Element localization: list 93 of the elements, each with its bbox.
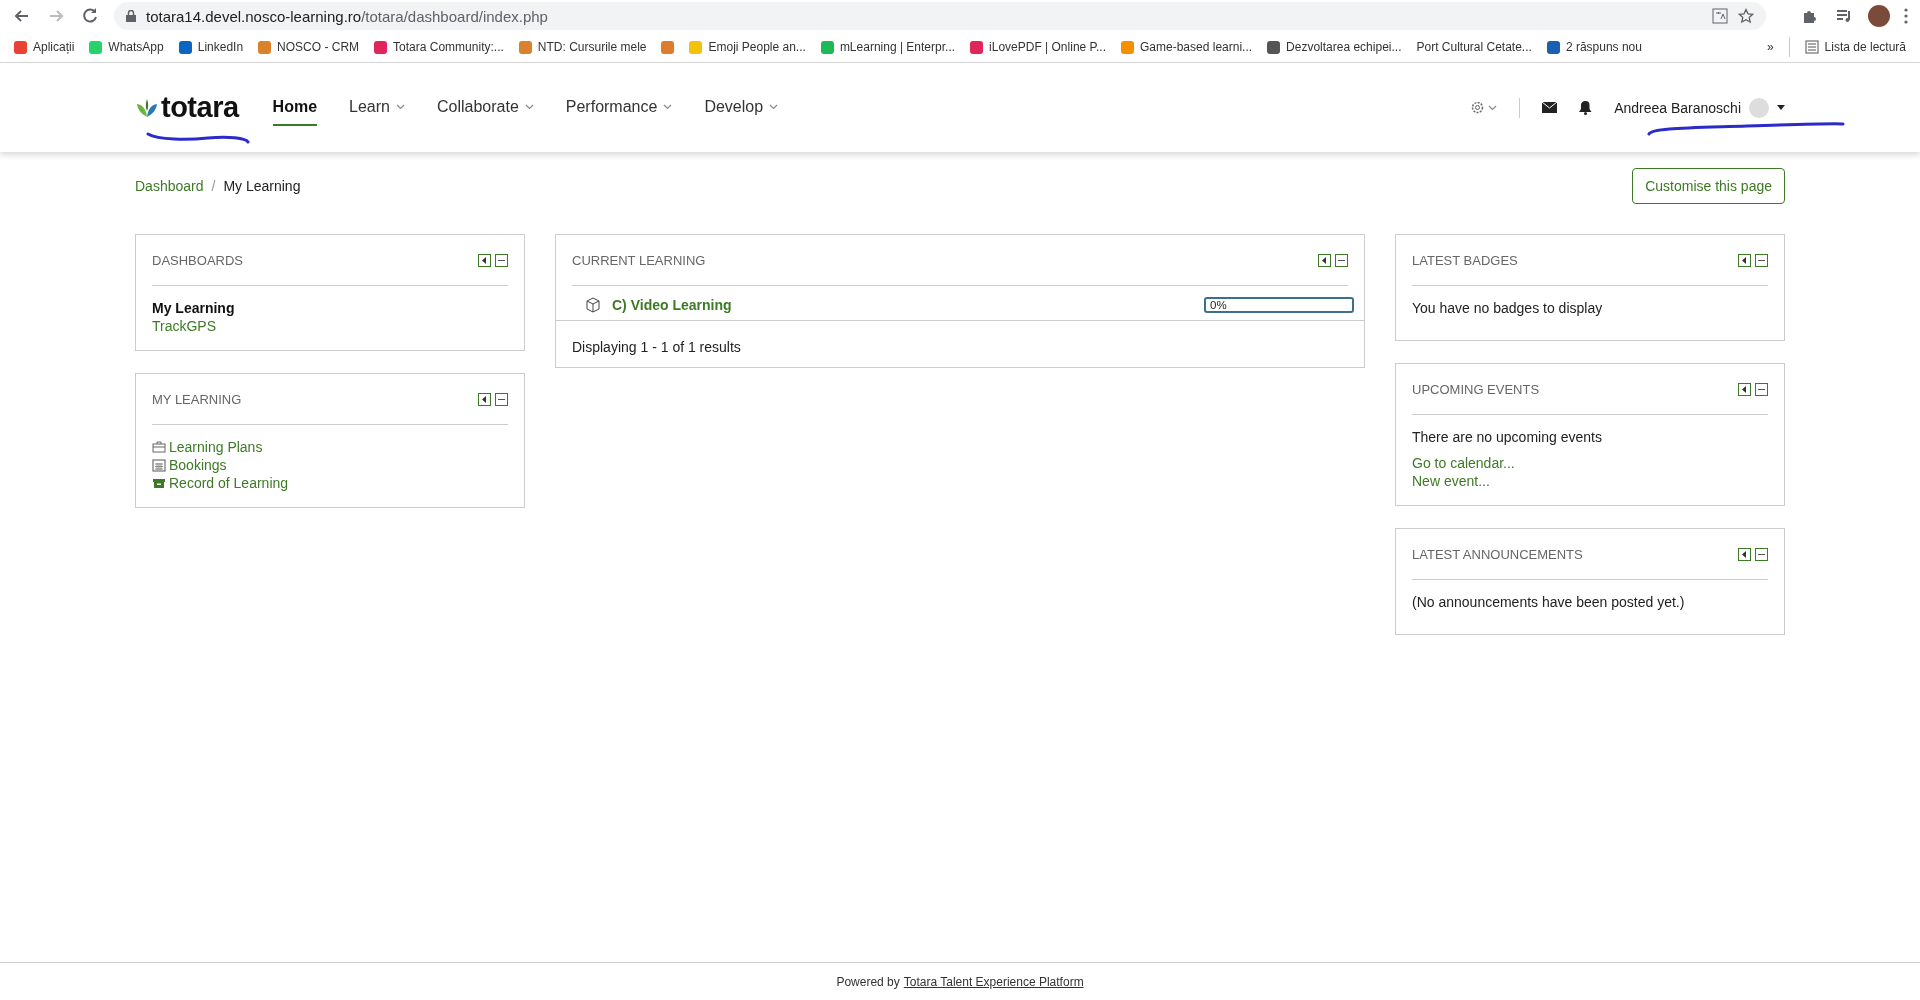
link[interactable]: Bookings xyxy=(169,457,227,473)
reading-list-link[interactable]: Lista de lectură xyxy=(1824,40,1906,54)
collapse-left-icon[interactable] xyxy=(1318,253,1331,267)
site-icon xyxy=(820,40,834,54)
site-icon xyxy=(970,40,984,54)
site-icon xyxy=(1546,40,1560,54)
link[interactable]: New event... xyxy=(1412,473,1768,489)
powered-by-text: Powered by xyxy=(836,974,900,989)
current-dashboard: My Learning xyxy=(152,300,236,316)
footer-link[interactable]: Totara Talent Experience Platform xyxy=(903,974,1084,989)
reading-list-icon xyxy=(1804,40,1819,54)
nav-tab[interactable]: Develop xyxy=(704,89,779,126)
bookmark-icon[interactable] xyxy=(661,40,675,54)
progress-text: 0% xyxy=(1210,299,1227,311)
star-icon[interactable] xyxy=(1738,8,1754,24)
minimize-icon[interactable] xyxy=(495,392,508,406)
site-icon xyxy=(518,40,532,54)
nav-tab[interactable]: Home xyxy=(272,89,318,126)
envelope-icon[interactable] xyxy=(1542,102,1558,113)
minimize-icon[interactable] xyxy=(1755,382,1768,396)
minimize-icon[interactable] xyxy=(495,253,508,267)
course-link[interactable]: C) Video Learning xyxy=(612,297,732,313)
breadcrumb-link[interactable]: Dashboard xyxy=(135,178,204,194)
bookmark[interactable]: Totara Community:... xyxy=(374,40,504,54)
address-bar[interactable]: totara14.devel.nosco-learning.ro/totara/dashboard/index.php xyxy=(114,2,1766,30)
cube-icon xyxy=(584,296,602,314)
bookmark[interactable]: Game-based learni... xyxy=(1121,40,1253,54)
box-icon xyxy=(152,476,166,490)
breadcrumb-separator: / xyxy=(211,178,216,194)
bookmark[interactable]: LinkedIn xyxy=(178,40,244,54)
url-text: totara14.devel.nosco-learning.ro/totara/dashboard/index.php xyxy=(146,7,548,25)
bookmark[interactable]: Port Cultural Cetate... xyxy=(1416,40,1532,54)
collapse-left-icon[interactable] xyxy=(1738,547,1751,561)
site-icon xyxy=(689,40,703,54)
breadcrumb-current: My Learning xyxy=(223,178,301,194)
minimize-icon[interactable] xyxy=(1755,253,1768,267)
more-bookmarks[interactable]: » xyxy=(1766,40,1774,54)
bookmark[interactable]: mLearning | Enterpr... xyxy=(820,40,956,54)
user-menu[interactable]: Andreea Baranoschi xyxy=(1614,97,1785,118)
nav-tab[interactable]: Collaborate xyxy=(436,89,534,126)
results-count: Displaying 1 - 1 of 1 results xyxy=(572,338,742,355)
bookmark[interactable]: iLovePDF | Online P... xyxy=(970,40,1106,54)
minimize-icon[interactable] xyxy=(1335,253,1348,267)
nav-tab[interactable]: Learn xyxy=(349,89,405,126)
bookmark[interactable]: Aplicații xyxy=(14,40,75,54)
settings-menu[interactable] xyxy=(1470,100,1498,115)
message-text: (No announcements have been posted yet.) xyxy=(1412,594,1686,610)
profile-avatar[interactable] xyxy=(1868,5,1890,27)
more-icon[interactable] xyxy=(1904,8,1908,24)
totara-logo[interactable]: totara xyxy=(135,91,239,124)
link[interactable]: Learning Plans xyxy=(169,439,263,455)
link[interactable]: Record of Learning xyxy=(169,475,289,491)
calendar-icon xyxy=(152,458,166,472)
message-text: You have no badges to display xyxy=(1412,300,1604,316)
site-icon xyxy=(1121,40,1134,54)
bookmark[interactable]: 2 răspuns nou xyxy=(1546,40,1642,54)
bookmark[interactable]: WhatsApp xyxy=(89,40,164,54)
lock-icon xyxy=(126,10,136,22)
bookmark[interactable]: NTD: Cursurile mele xyxy=(518,40,647,54)
block-title: CURRENT LEARNING xyxy=(572,252,706,268)
collapse-left-icon[interactable] xyxy=(478,392,491,406)
site-icon xyxy=(89,40,103,54)
site-icon xyxy=(258,40,272,54)
block-title: UPCOMING EVENTS xyxy=(1412,381,1540,397)
block-title: LATEST BADGES xyxy=(1412,252,1518,268)
link[interactable]: TrackGPS xyxy=(152,318,508,334)
collapse-left-icon[interactable] xyxy=(478,253,491,267)
chevron-down-icon xyxy=(1488,104,1498,111)
minimize-icon[interactable] xyxy=(1755,547,1768,561)
link[interactable]: Go to calendar... xyxy=(1412,455,1768,471)
user-name: Andreea Baranoschi xyxy=(1614,99,1741,116)
nav-tab[interactable]: Performance xyxy=(565,89,673,126)
reload-icon[interactable] xyxy=(80,6,100,26)
site-icon xyxy=(14,40,27,54)
block-title: DASHBOARDS xyxy=(152,252,244,268)
collapse-left-icon[interactable] xyxy=(1738,382,1751,396)
message-text: There are no upcoming events xyxy=(1412,429,1603,445)
translate-icon[interactable] xyxy=(1712,8,1728,24)
site-icon xyxy=(178,40,192,54)
customise-button[interactable]: Customise this page xyxy=(1632,168,1785,204)
briefcase-icon xyxy=(152,440,166,454)
bookmark[interactable]: Dezvoltarea echipei... xyxy=(1267,40,1402,54)
bookmark[interactable]: NOSCO - CRM xyxy=(258,40,360,54)
block-title: LATEST ANNOUNCEMENTS xyxy=(1412,546,1583,562)
caret-icon xyxy=(1777,105,1785,110)
bookmark[interactable]: Emoji People an... xyxy=(689,40,806,54)
settings-icon xyxy=(1470,100,1486,115)
collapse-left-icon[interactable] xyxy=(1738,253,1751,267)
bell-icon[interactable] xyxy=(1579,100,1593,115)
user-avatar xyxy=(1749,97,1769,118)
site-icon xyxy=(374,40,388,54)
block-title: MY LEARNING xyxy=(152,391,242,407)
site-icon xyxy=(1267,40,1281,54)
